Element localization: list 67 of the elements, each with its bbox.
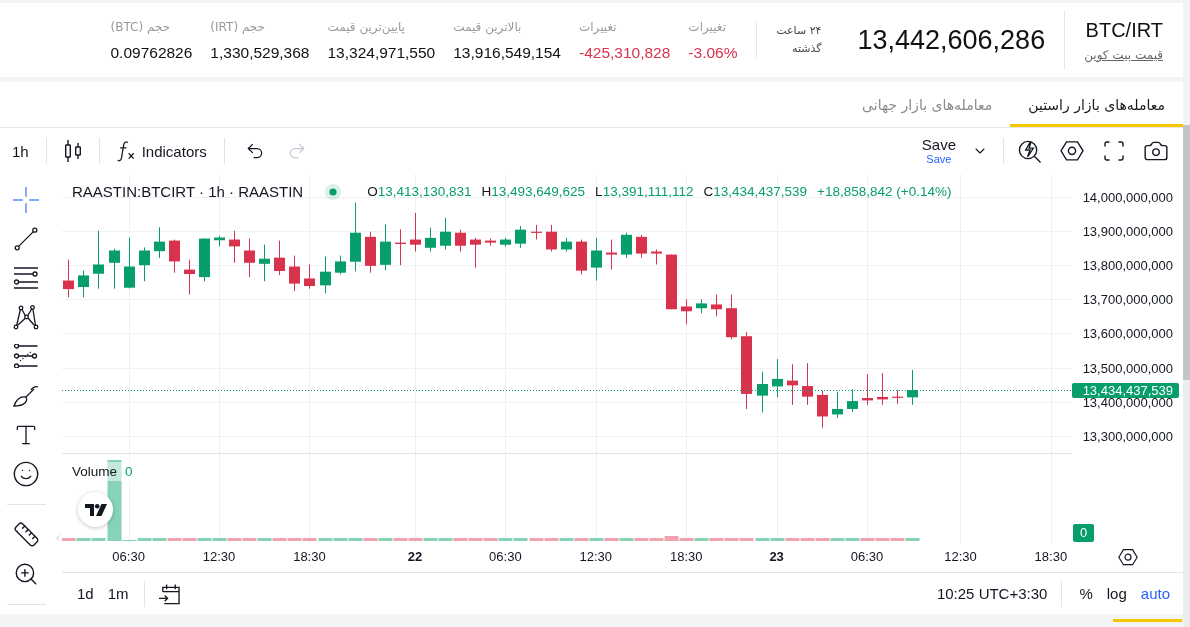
- stat-value: -3.06%: [688, 42, 738, 62]
- ohlc-reading: O13,413,130,831: [367, 184, 472, 199]
- parallel-lines-icon: [13, 266, 39, 291]
- period-label: ۲۴ ساعت گذشته: [775, 23, 822, 57]
- ruler-icon: [12, 521, 40, 549]
- zigzag-pattern-icon: [13, 304, 39, 331]
- time-axis-label: 18:30: [292, 549, 327, 564]
- brush-icon: [13, 383, 39, 408]
- function-icon: [116, 140, 135, 162]
- price-page-link[interactable]: قیمت بیت کوین: [1084, 46, 1163, 63]
- stat-value: 13,324,971,550: [327, 42, 436, 62]
- chevron-left-icon: [53, 533, 63, 543]
- stat-label: بالاترین قیمت: [453, 18, 522, 35]
- scrollbar-thumb[interactable]: [1183, 125, 1190, 380]
- indicators-button[interactable]: Indicators: [108, 134, 215, 168]
- price-axis-label: 13,800,000,000: [1082, 258, 1173, 275]
- stat-label: پایین‌ترین قیمت: [327, 18, 405, 35]
- time-axis-label: 12:30: [943, 549, 978, 564]
- line-segment-icon: [14, 227, 38, 252]
- fullscreen-icon: [1102, 139, 1126, 163]
- stat-label: تغییرات: [688, 18, 726, 35]
- lightning-search-icon: [1018, 139, 1042, 163]
- market-tab[interactable]: معامله‌های بازار جهانی: [844, 82, 1011, 127]
- price-axis-label: 13,600,000,000: [1082, 326, 1173, 343]
- stat-value: 13,916,549,154: [453, 42, 561, 62]
- scale-mode-button[interactable]: log: [1099, 578, 1134, 609]
- interval-button[interactable]: 1h: [4, 134, 37, 168]
- range-button[interactable]: 1m: [100, 578, 136, 609]
- stat-label: تغییرات: [579, 18, 617, 35]
- candles-icon: [63, 139, 82, 163]
- scrollbar[interactable]: [1183, 125, 1190, 627]
- timezone-button[interactable]: 10:25 UTC+3:30: [932, 578, 1052, 609]
- price-axis-label: 13,500,000,000: [1082, 360, 1173, 377]
- time-axis-label: 12:30: [201, 549, 237, 564]
- ohlc-reading: H13,493,649,625: [481, 184, 586, 199]
- scale-mode-button[interactable]: auto: [1133, 578, 1177, 609]
- ohlc-reading: C13,434,437,539: [703, 184, 808, 199]
- price-axis-label: 13,300,000,000: [1082, 428, 1173, 445]
- smiley-icon: [12, 459, 40, 488]
- stat-value: -425,310,828: [579, 42, 671, 62]
- pair-symbol: BTC/IRT: [1085, 17, 1163, 42]
- time-axis-label: 06:30: [111, 549, 146, 564]
- calendar-arrow-icon: [157, 582, 180, 605]
- time-axis-label: 12:30: [578, 549, 614, 564]
- price-change: +18,858,842 (+0.14%): [817, 184, 952, 199]
- time-axis-label: 06:30: [849, 549, 885, 564]
- time-axis-label: 06:30: [488, 549, 523, 564]
- time-axis-label: 23: [768, 549, 785, 564]
- settings-icon: [1117, 549, 1138, 566]
- settings-icon: [1060, 141, 1084, 161]
- crosshair-icon: [13, 187, 39, 214]
- price-axis-label: 13,900,000,000: [1082, 224, 1173, 240]
- range-button[interactable]: 1d: [70, 578, 101, 609]
- dotted-levels-icon: [13, 344, 39, 369]
- last-price: 13,442,606,286: [857, 24, 1046, 56]
- time-axis-label: 22: [406, 549, 424, 564]
- zoom-in-icon: [13, 561, 39, 587]
- save-button[interactable]: Save Save: [915, 137, 962, 165]
- price-axis-label: 14,000,000,000: [1082, 189, 1173, 206]
- volume-axis-tag: 0: [1073, 524, 1094, 542]
- price-axis-label: 13,700,000,000: [1082, 292, 1173, 309]
- last-price-tag: 13,434,437,539: [1072, 382, 1179, 398]
- symbol-title[interactable]: RAASTIN:BTCIRT · 1h · RAASTIN: [72, 183, 304, 200]
- scale-mode-button[interactable]: %: [1072, 578, 1100, 609]
- time-axis-label: 18:30: [1033, 549, 1069, 564]
- ohlc-reading: L13,391,111,112: [595, 184, 694, 199]
- time-axis-label: 18:30: [668, 549, 704, 564]
